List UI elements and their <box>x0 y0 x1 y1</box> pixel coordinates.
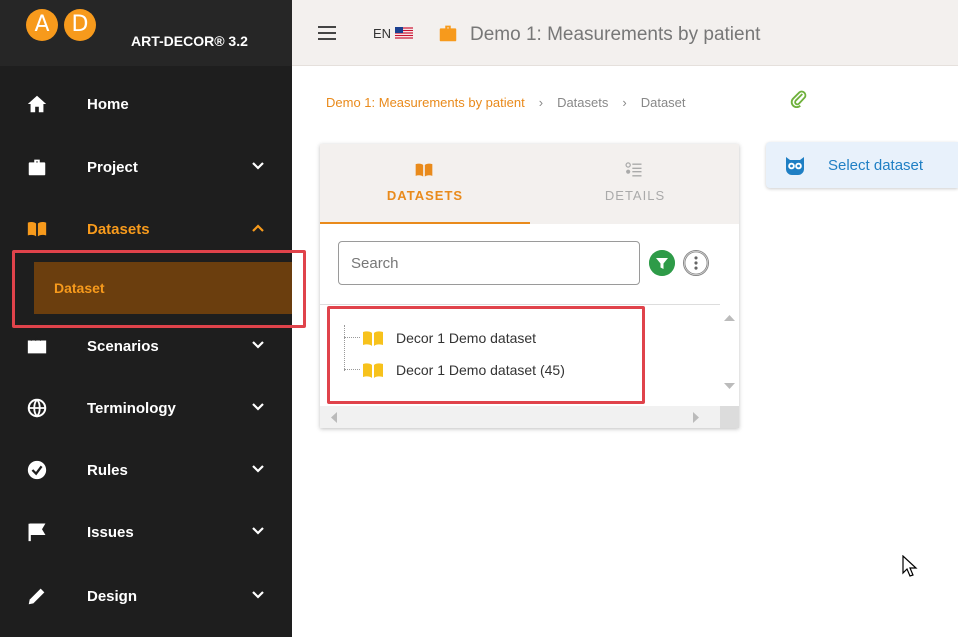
tab-datasets[interactable]: DATASETS <box>320 144 530 224</box>
tab-datasets-label: DATASETS <box>386 188 464 203</box>
briefcase-icon <box>28 159 46 176</box>
book-icon <box>27 221 47 237</box>
breadcrumb-datasets[interactable]: Datasets <box>557 95 608 110</box>
sidebar-item-issues[interactable]: Issues <box>0 501 292 563</box>
sidebar-item-rules[interactable]: Rules <box>0 439 292 501</box>
owl-icon <box>786 157 804 175</box>
sidebar-item-label: Datasets <box>87 221 150 238</box>
highlight-box-tree <box>327 306 645 404</box>
vertical-scrollbar[interactable] <box>720 304 739 406</box>
sidebar-item-label: Scenarios <box>87 338 159 355</box>
globe-icon <box>27 398 47 418</box>
panel-tabs: DATASETS DETAILS <box>320 144 739 224</box>
search-input[interactable] <box>338 241 640 285</box>
mouse-cursor-icon <box>902 555 918 577</box>
flag-icon <box>28 523 46 542</box>
scroll-left-arrow-icon[interactable] <box>330 412 338 423</box>
brand-title: ART-DECOR® 3.2 <box>131 33 248 49</box>
hamburger-menu-icon[interactable] <box>318 26 336 40</box>
language-code[interactable]: EN <box>373 26 391 41</box>
chevron-down-icon[interactable] <box>250 399 266 415</box>
us-flag-icon[interactable] <box>395 27 413 39</box>
brand-header: A D ART-DECOR® 3.2 <box>0 0 292 66</box>
sidebar-item-design[interactable]: Design <box>0 565 292 627</box>
project-title: Demo 1: Measurements by patient <box>470 24 761 45</box>
logo-letter-d: D <box>64 9 96 41</box>
chevron-up-icon[interactable] <box>250 220 266 236</box>
top-bar: EN Demo 1: Measurements by patient <box>292 0 958 66</box>
sidebar-item-terminology[interactable]: Terminology <box>0 377 292 439</box>
chevron-down-icon[interactable] <box>250 523 266 539</box>
logo-letter-a: A <box>26 9 58 41</box>
check-circle-icon <box>27 460 47 480</box>
chevron-down-icon[interactable] <box>250 337 266 353</box>
highlight-box-dataset <box>12 250 306 328</box>
sidebar-item-home[interactable]: Home <box>0 73 292 135</box>
select-dataset-button[interactable]: Select dataset <box>766 142 958 188</box>
tab-details[interactable]: DETAILS <box>530 144 740 224</box>
select-dataset-label: Select dataset <box>828 157 924 174</box>
breadcrumb-separator: › <box>538 95 544 110</box>
active-tab-indicator <box>320 222 530 224</box>
scrollbar-corner <box>720 406 739 428</box>
breadcrumb-current: Dataset <box>640 95 686 110</box>
sidebar-item-label: Project <box>87 159 138 176</box>
briefcase-icon <box>439 25 457 42</box>
sidebar-item-label: Design <box>87 588 138 605</box>
tab-details-label: DETAILS <box>604 188 666 203</box>
more-options-icon[interactable] <box>683 250 709 276</box>
paperclip-icon[interactable] <box>789 89 809 109</box>
horizontal-scrollbar[interactable] <box>320 406 720 428</box>
clapper-icon <box>27 337 47 354</box>
sidebar-item-project[interactable]: Project <box>0 136 292 198</box>
filter-icon[interactable] <box>649 250 675 276</box>
chevron-down-icon[interactable] <box>250 461 266 477</box>
book-icon <box>415 163 433 177</box>
chevron-down-icon[interactable] <box>250 587 266 603</box>
chevron-down-icon[interactable] <box>250 158 266 174</box>
list-details-icon <box>625 162 642 177</box>
scroll-down-arrow-icon[interactable] <box>724 382 735 390</box>
pencil-icon <box>28 588 45 605</box>
scroll-right-arrow-icon[interactable] <box>692 412 700 423</box>
sidebar-item-label: Home <box>87 96 129 113</box>
sidebar-item-label: Issues <box>87 524 134 541</box>
breadcrumb-separator: › <box>622 95 627 110</box>
sidebar-item-label: Terminology <box>87 400 176 417</box>
breadcrumb: Demo 1: Measurements by patient › Datasets… <box>326 95 686 110</box>
breadcrumb-project-link[interactable]: Demo 1: Measurements by patient <box>326 95 525 110</box>
scroll-up-arrow-icon[interactable] <box>724 314 735 322</box>
sidebar-item-label: Rules <box>87 462 128 479</box>
home-icon <box>27 95 47 113</box>
